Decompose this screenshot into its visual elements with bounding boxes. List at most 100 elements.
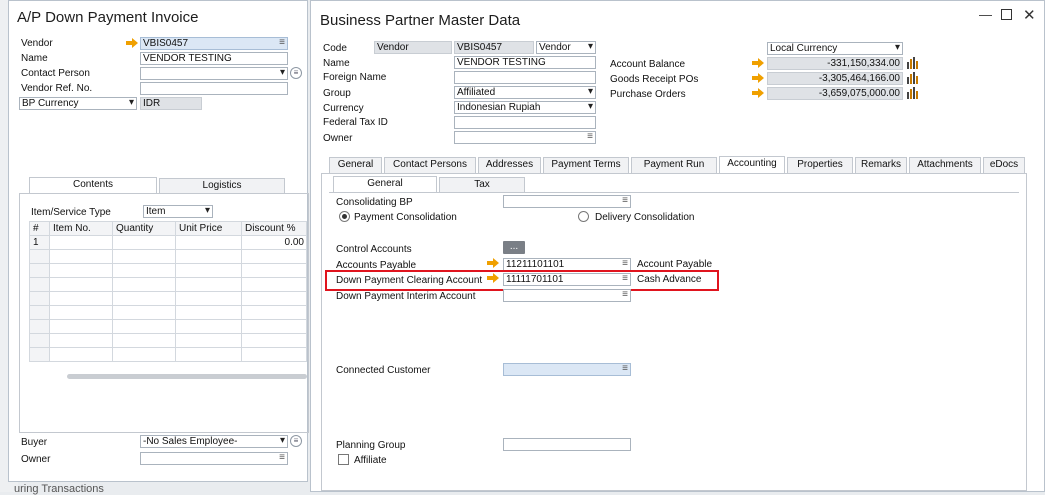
purchase-orders-field: -3,659,075,000.00	[767, 87, 903, 100]
tab-payment-terms[interactable]: Payment Terms	[543, 157, 629, 173]
subtab-divider	[329, 192, 1019, 193]
col-header[interactable]: Discount %	[241, 221, 307, 236]
col-header[interactable]: Item No.	[49, 221, 113, 236]
contents-table: # Item No. Quantity Unit Price Discount …	[29, 221, 307, 362]
consolidating-bp-field[interactable]	[503, 195, 631, 208]
name-field[interactable]: VENDOR TESTING	[140, 52, 288, 65]
tab-properties[interactable]: Properties	[787, 157, 853, 173]
federal-tax-field[interactable]	[454, 116, 596, 129]
close-icon[interactable]: ✕	[1023, 6, 1036, 24]
contact-person-select[interactable]	[140, 67, 288, 80]
foreign-name-field[interactable]	[454, 71, 596, 84]
tab-contact-persons[interactable]: Contact Persons	[384, 157, 476, 173]
table-cell[interactable]: 1	[29, 235, 50, 250]
contact-list-icon[interactable]: ≡	[290, 67, 302, 79]
tab-edocs[interactable]: eDocs	[983, 157, 1025, 173]
highlight-box	[325, 270, 719, 291]
table-row[interactable]	[29, 263, 307, 278]
balance-chart-icon[interactable]	[907, 57, 919, 69]
connected-customer-field[interactable]	[503, 363, 631, 376]
minimize-icon[interactable]: —	[979, 7, 992, 22]
name-label: Name	[323, 58, 350, 69]
background-text: uring Transactions	[14, 483, 104, 495]
tab-contents[interactable]: Contents	[29, 177, 157, 194]
buyer-list-icon[interactable]: ≡	[290, 435, 302, 447]
currency-type-select[interactable]: BP Currency	[19, 97, 137, 110]
code-type-select[interactable]: Vendor	[536, 41, 596, 54]
tab-addresses[interactable]: Addresses	[478, 157, 541, 173]
purchase-orders-label: Purchase Orders	[610, 89, 686, 100]
owner-field[interactable]	[140, 452, 288, 465]
name-label: Name	[21, 53, 48, 64]
currency-field: IDR	[140, 97, 202, 110]
bp-master-data-window: Business Partner Master Data — ✕ Code Ve…	[310, 0, 1045, 492]
table-header: # Item No. Quantity Unit Price Discount …	[29, 221, 307, 236]
group-select[interactable]: Affiliated	[454, 86, 596, 99]
subtab-tax[interactable]: Tax	[439, 177, 525, 193]
ap-link-arrow-icon[interactable]	[487, 258, 499, 268]
col-header[interactable]: Unit Price	[175, 221, 242, 236]
table-row[interactable]	[29, 249, 307, 264]
item-type-select[interactable]: Item	[143, 205, 213, 218]
group-label: Group	[323, 88, 351, 99]
affiliate-label: Affiliate	[354, 455, 387, 466]
tab-accounting[interactable]: Accounting	[719, 156, 785, 173]
subtab-general[interactable]: General	[333, 176, 437, 193]
po-chart-icon[interactable]	[907, 87, 919, 99]
window-title: A/P Down Payment Invoice	[17, 9, 199, 26]
tab-remarks[interactable]: Remarks	[855, 157, 907, 173]
table-row[interactable]	[29, 333, 307, 348]
vendor-field[interactable]: VBIS0457	[140, 37, 288, 50]
owner-label: Owner	[21, 454, 51, 465]
grpo-link-arrow-icon[interactable]	[752, 73, 764, 83]
affiliate-checkbox[interactable]	[338, 454, 349, 465]
table-row[interactable]	[29, 291, 307, 306]
table-cell[interactable]: 0.00	[241, 235, 307, 250]
control-accounts-button[interactable]: ...	[503, 241, 525, 254]
table-row[interactable]	[29, 347, 307, 362]
vendor-ref-field[interactable]	[140, 82, 288, 95]
planning-group-field[interactable]	[503, 438, 631, 451]
table-row[interactable]	[29, 319, 307, 334]
table-cell[interactable]	[49, 235, 113, 250]
vendor-link-arrow-icon[interactable]	[126, 38, 138, 48]
code-type-field: Vendor	[374, 41, 452, 54]
po-link-arrow-icon[interactable]	[752, 88, 764, 98]
name-field[interactable]: VENDOR TESTING	[454, 56, 596, 69]
connected-customer-label: Connected Customer	[336, 365, 431, 376]
dp-interim-field[interactable]	[503, 289, 631, 302]
tab-general[interactable]: General	[329, 157, 382, 173]
delivery-consolidation-radio[interactable]	[578, 211, 589, 222]
vendor-label: Vendor	[21, 38, 53, 49]
maximize-icon[interactable]	[1001, 9, 1012, 20]
control-accounts-label: Control Accounts	[336, 244, 412, 255]
balance-link-arrow-icon[interactable]	[752, 58, 764, 68]
payment-consolidation-label: Payment Consolidation	[354, 212, 457, 223]
table-row[interactable]	[29, 277, 307, 292]
currency-select[interactable]: Indonesian Rupiah	[454, 101, 596, 114]
tab-logistics[interactable]: Logistics	[159, 178, 285, 194]
table-cell[interactable]	[112, 235, 176, 250]
horizontal-scrollbar[interactable]	[67, 374, 307, 379]
tab-attachments[interactable]: Attachments	[909, 157, 981, 173]
tab-payment-run[interactable]: Payment Run	[631, 157, 717, 173]
dp-interim-label: Down Payment Interim Account	[336, 291, 476, 302]
account-balance-field: -331,150,334.00	[767, 57, 903, 70]
col-header[interactable]: Quantity	[112, 221, 176, 236]
window-title: Business Partner Master Data	[320, 12, 521, 29]
buyer-label: Buyer	[21, 437, 48, 448]
code-field[interactable]: VBIS0457	[454, 41, 534, 54]
buyer-select[interactable]: -No Sales Employee-	[140, 435, 288, 448]
table-cell[interactable]	[175, 235, 242, 250]
col-header[interactable]: #	[29, 221, 50, 236]
table-row[interactable]	[29, 305, 307, 320]
consolidating-bp-label: Consolidating BP	[336, 197, 413, 208]
payment-consolidation-radio[interactable]	[339, 211, 350, 222]
owner-field[interactable]	[454, 131, 596, 144]
delivery-consolidation-label: Delivery Consolidation	[595, 212, 695, 223]
table-row[interactable]: 1 0.00	[29, 235, 307, 250]
account-balance-label: Account Balance	[610, 59, 686, 70]
currency-display-select[interactable]: Local Currency	[767, 42, 903, 55]
item-type-label: Item/Service Type	[31, 207, 111, 218]
grpo-chart-icon[interactable]	[907, 72, 919, 84]
